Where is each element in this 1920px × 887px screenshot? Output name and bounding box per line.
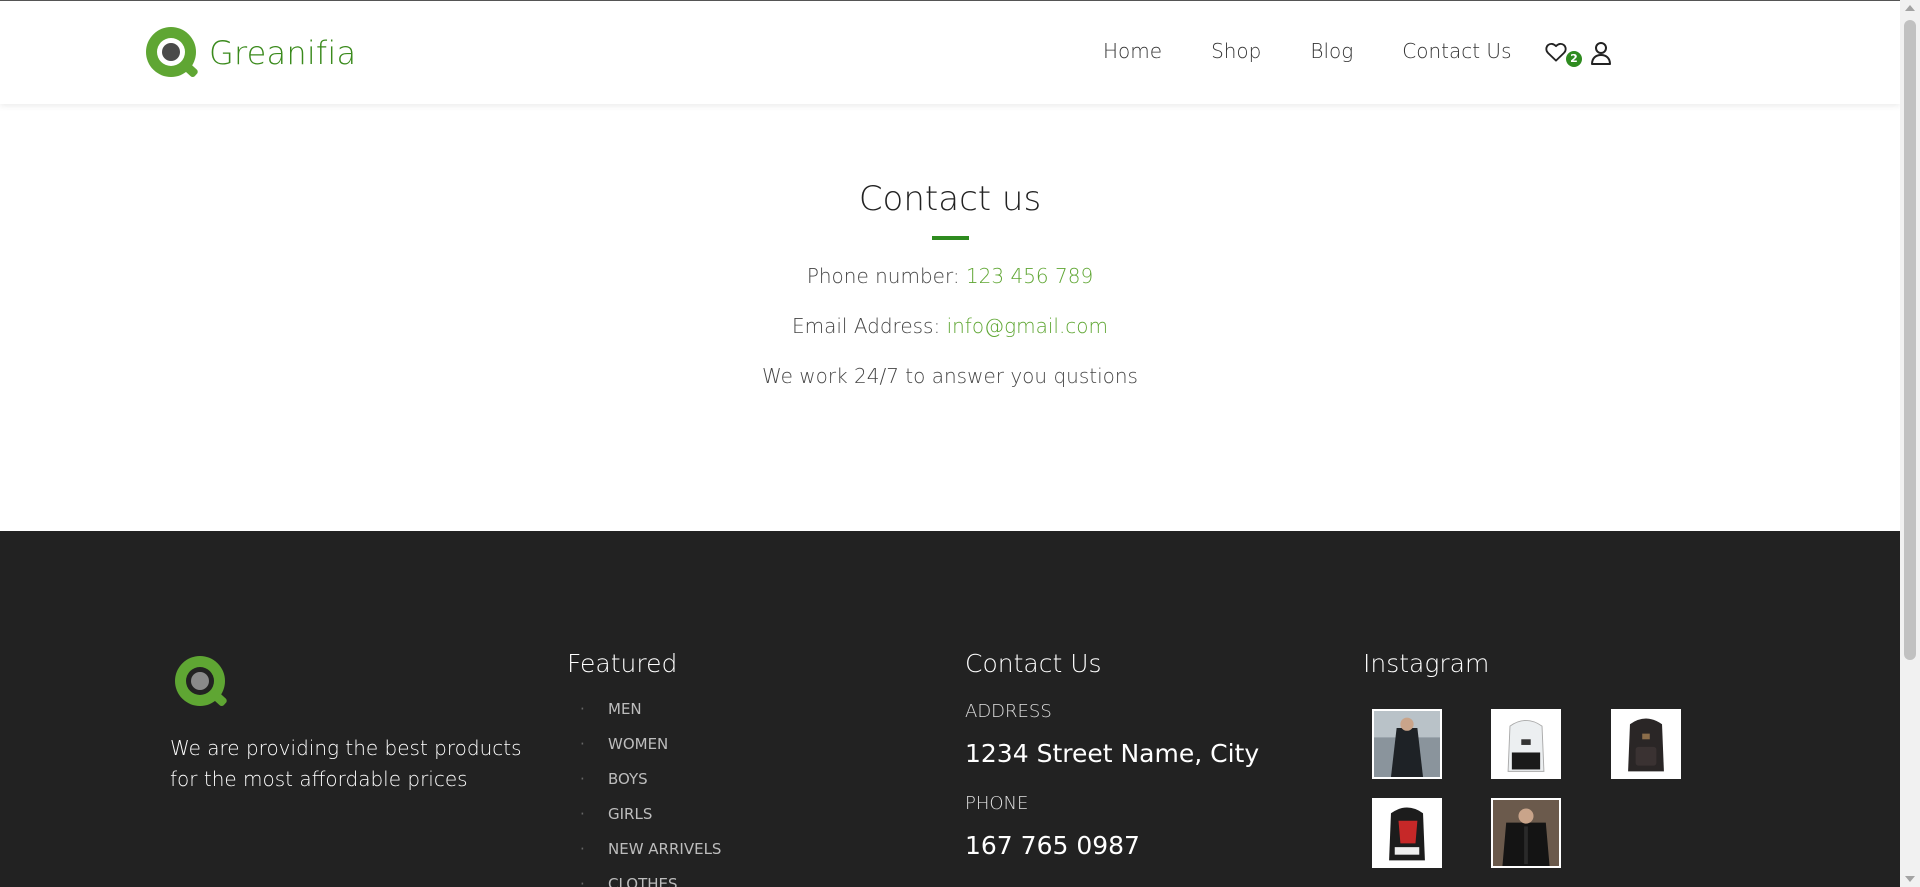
wishlist-button[interactable]: 2 bbox=[1545, 42, 1582, 67]
nav-blog-link[interactable]: Blog bbox=[1310, 39, 1353, 63]
featured-item-clothes[interactable]: CLOTHES bbox=[580, 874, 721, 887]
main-nav: Home Shop Blog Contact Us bbox=[1103, 39, 1512, 63]
page-title: Contact us bbox=[858, 179, 1042, 219]
brand-logo[interactable]: Greanifia bbox=[146, 27, 356, 79]
wishlist-count-badge: 2 bbox=[1566, 51, 1582, 67]
header-icons: 2 bbox=[1545, 41, 1612, 67]
phone-label: Phone number: bbox=[806, 264, 960, 288]
instagram-post-2[interactable] bbox=[1491, 709, 1561, 779]
featured-item-women[interactable]: WOMEN bbox=[580, 734, 721, 769]
featured-list: MEN WOMEN BOYS GIRLS NEW ARRIVELS CLOTHE… bbox=[580, 699, 721, 887]
scroll-down-arrow-icon[interactable] bbox=[1905, 876, 1915, 882]
site-footer: We are providing the best products for t… bbox=[0, 531, 1900, 887]
featured-item-boys[interactable]: BOYS bbox=[580, 769, 721, 804]
black-jacket-photo bbox=[1493, 800, 1559, 866]
featured-heading: Featured bbox=[567, 649, 678, 678]
nav-home-link[interactable]: Home bbox=[1103, 39, 1162, 63]
nav-contact-link[interactable]: Contact Us bbox=[1402, 39, 1511, 63]
support-note: We work 24/7 to answer you qustions bbox=[762, 364, 1138, 388]
heart-icon bbox=[1545, 42, 1567, 62]
email-line: Email Address: info@gmail.com bbox=[0, 314, 1900, 338]
phone-line: Phone number: 123 456 789 bbox=[0, 264, 1900, 288]
footer-phone-value: 167 765 0987 bbox=[965, 831, 1140, 860]
scroll-up-arrow-icon[interactable] bbox=[1905, 5, 1915, 11]
red-backpack-photo bbox=[1374, 800, 1440, 866]
user-icon[interactable] bbox=[1590, 41, 1612, 65]
title-underline bbox=[932, 236, 969, 240]
scroll-thumb[interactable] bbox=[1904, 20, 1916, 660]
instagram-post-4[interactable] bbox=[1372, 798, 1442, 868]
brand-name: Greanifia bbox=[209, 34, 357, 72]
phone-value[interactable]: 123 456 789 bbox=[966, 264, 1093, 288]
footer-logo-icon[interactable] bbox=[175, 656, 228, 708]
instagram-post-5[interactable] bbox=[1491, 798, 1561, 868]
address-value: 1234 Street Name, City bbox=[965, 739, 1260, 768]
logo-icon bbox=[146, 27, 199, 79]
instagram-post-3[interactable] bbox=[1611, 709, 1681, 779]
email-value[interactable]: info@gmail.com bbox=[947, 314, 1108, 338]
site-header: Greanifia Home Shop Blog Contact Us 2 bbox=[0, 0, 1900, 104]
page-scrollbar[interactable] bbox=[1900, 0, 1920, 887]
featured-item-men[interactable]: MEN bbox=[580, 699, 721, 734]
featured-item-girls[interactable]: GIRLS bbox=[580, 804, 721, 839]
white-backpack-photo bbox=[1493, 711, 1559, 777]
featured-item-new-arrivals[interactable]: NEW ARRIVELS bbox=[580, 839, 721, 874]
address-label: ADDRESS bbox=[965, 701, 1052, 722]
black-backpack-photo bbox=[1613, 711, 1679, 777]
footer-about-text: We are providing the best products for t… bbox=[170, 736, 522, 791]
nav-shop-link[interactable]: Shop bbox=[1211, 39, 1261, 63]
contact-section: Contact us Phone number: 123 456 789 Ema… bbox=[0, 104, 1900, 531]
dark-coat-photo bbox=[1374, 711, 1440, 777]
footer-phone-label: PHONE bbox=[965, 793, 1029, 814]
instagram-heading: Instagram bbox=[1363, 649, 1490, 678]
email-label: Email Address: bbox=[791, 314, 941, 338]
footer-contact-heading: Contact Us bbox=[965, 649, 1102, 678]
instagram-post-1[interactable] bbox=[1372, 709, 1442, 779]
